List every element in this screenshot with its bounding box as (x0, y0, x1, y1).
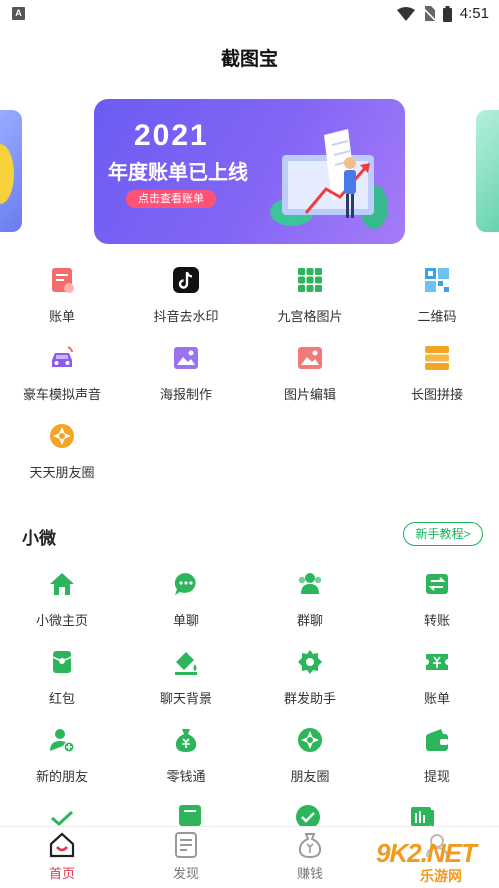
tool-label: 天天朋友圈 (29, 465, 95, 480)
money-bag-icon (175, 729, 197, 752)
group-chat-icon (298, 573, 322, 594)
receipt-icon[interactable] (410, 804, 436, 826)
poster-icon (174, 347, 198, 369)
clock: 4:51 (459, 5, 489, 22)
wechat-change-pass[interactable]: 零钱通 (124, 726, 248, 785)
earn-tab-icon (298, 833, 322, 859)
watermark-text: 9K2.NET (376, 838, 477, 868)
broadcast-icon (298, 650, 322, 674)
tool-label: 新的朋友 (35, 769, 88, 784)
long-image-icon (425, 346, 449, 370)
tab-discover[interactable]: 发现 (124, 831, 248, 882)
banner-year: 2021 (134, 119, 209, 152)
moments-icon (298, 728, 322, 752)
tool-label: 抖音去水印 (153, 309, 219, 324)
wallet-icon (426, 729, 448, 751)
tool-label: 九宫格图片 (277, 309, 343, 324)
chat-background-icon (175, 652, 197, 675)
tool-image-edit[interactable]: 图片编辑 (248, 344, 372, 403)
discover-tab-icon (175, 832, 197, 858)
wifi-icon (396, 6, 415, 21)
qrcode-icon (425, 268, 449, 292)
chat-icon (174, 572, 196, 595)
status-icons: 4:51 (396, 5, 489, 22)
bill-illustration (270, 129, 388, 229)
tool-label: 聊天背景 (159, 691, 212, 706)
tool-qrcode[interactable]: 二维码 (375, 266, 499, 325)
document-icon[interactable] (178, 804, 202, 826)
view-bill-button[interactable]: 点击查看账单 (126, 190, 216, 208)
tool-label: 账单 (423, 691, 450, 706)
tool-daily-moments[interactable]: 天天朋友圈 (0, 422, 124, 481)
site-watermark: 9K2.NET 乐游网 (360, 832, 496, 884)
wechat-red-packet[interactable]: 红包 (0, 648, 124, 707)
tool-poster[interactable]: 海报制作 (124, 344, 248, 403)
wechat-home[interactable]: 小微主页 (0, 570, 124, 629)
tool-label: 单聊 (172, 613, 199, 628)
transfer-icon (426, 574, 448, 594)
wechat-moments[interactable]: 朋友圈 (248, 726, 372, 785)
tool-tiktok-watermark[interactable]: 抖音去水印 (124, 266, 248, 325)
status-bar: A 4:51 (0, 0, 499, 28)
tool-label: 零钱通 (166, 769, 206, 784)
banner-headline: 年度账单已上线 (108, 162, 248, 184)
wechat-chat-background[interactable]: 聊天背景 (124, 648, 248, 707)
notification-badge: A (12, 7, 25, 20)
bill-icon (52, 268, 74, 293)
tool-label: 二维码 (417, 309, 457, 324)
annual-bill-banner[interactable]: 2021 年度账单已上线 点击查看账单 (94, 99, 405, 244)
section-title: 小微 (22, 529, 56, 548)
home-tab-icon (49, 832, 75, 858)
home-icon (50, 573, 74, 595)
banner-prev-slide[interactable] (0, 110, 22, 232)
page-title: 截图宝 (220, 49, 278, 70)
moments-icon (50, 424, 74, 448)
tool-nine-grid[interactable]: 九宫格图片 (248, 266, 372, 325)
add-friend-icon (50, 729, 75, 753)
no-sim-icon (422, 6, 435, 21)
check-icon[interactable] (48, 806, 76, 826)
tool-label: 豪车模拟声音 (22, 387, 101, 402)
tutorial-button[interactable]: 新手教程> (403, 522, 483, 546)
tool-car-sound[interactable]: 豪车模拟声音 (0, 344, 124, 403)
wechat-new-friends[interactable]: 新的朋友 (0, 726, 124, 785)
tool-label: 群聊 (296, 613, 323, 628)
tool-label: 账单 (48, 309, 75, 324)
tool-bill[interactable]: 账单 (0, 266, 124, 325)
tool-label: 群发助手 (283, 691, 336, 706)
tab-label: 赚钱 (296, 866, 323, 881)
banner-next-slide[interactable] (476, 110, 499, 232)
wechat-single-chat[interactable]: 单聊 (124, 570, 248, 629)
tool-long-image[interactable]: 长图拼接 (375, 344, 499, 403)
image-edit-icon (298, 347, 322, 369)
tool-label: 红包 (48, 691, 75, 706)
check-circle-icon[interactable] (295, 804, 321, 826)
tab-label: 发现 (172, 866, 199, 881)
tool-label: 图片编辑 (283, 387, 336, 402)
wechat-withdraw[interactable]: 提现 (375, 726, 499, 785)
tool-label: 海报制作 (159, 387, 212, 402)
wechat-transfer[interactable]: 转账 (375, 570, 499, 629)
bill-icon (426, 654, 448, 670)
watermark-subtext: 乐游网 (420, 868, 462, 884)
tool-label: 提现 (423, 769, 450, 784)
battery-icon (442, 5, 452, 22)
red-packet-icon (52, 651, 72, 673)
wechat-broadcast[interactable]: 群发助手 (248, 648, 372, 707)
car-icon (52, 346, 73, 367)
tool-label: 转账 (423, 613, 450, 628)
tool-label: 小微主页 (35, 613, 88, 628)
tiktok-icon (173, 267, 199, 293)
tab-earn[interactable]: 赚钱 (248, 831, 372, 882)
tab-home[interactable]: 首页 (0, 831, 124, 882)
tab-label: 首页 (48, 866, 75, 881)
tool-label: 长图拼接 (410, 387, 463, 402)
wechat-group-chat[interactable]: 群聊 (248, 570, 372, 629)
grid-nine-icon (298, 268, 322, 292)
wechat-bill[interactable]: 账单 (375, 648, 499, 707)
tool-label: 朋友圈 (290, 769, 330, 784)
